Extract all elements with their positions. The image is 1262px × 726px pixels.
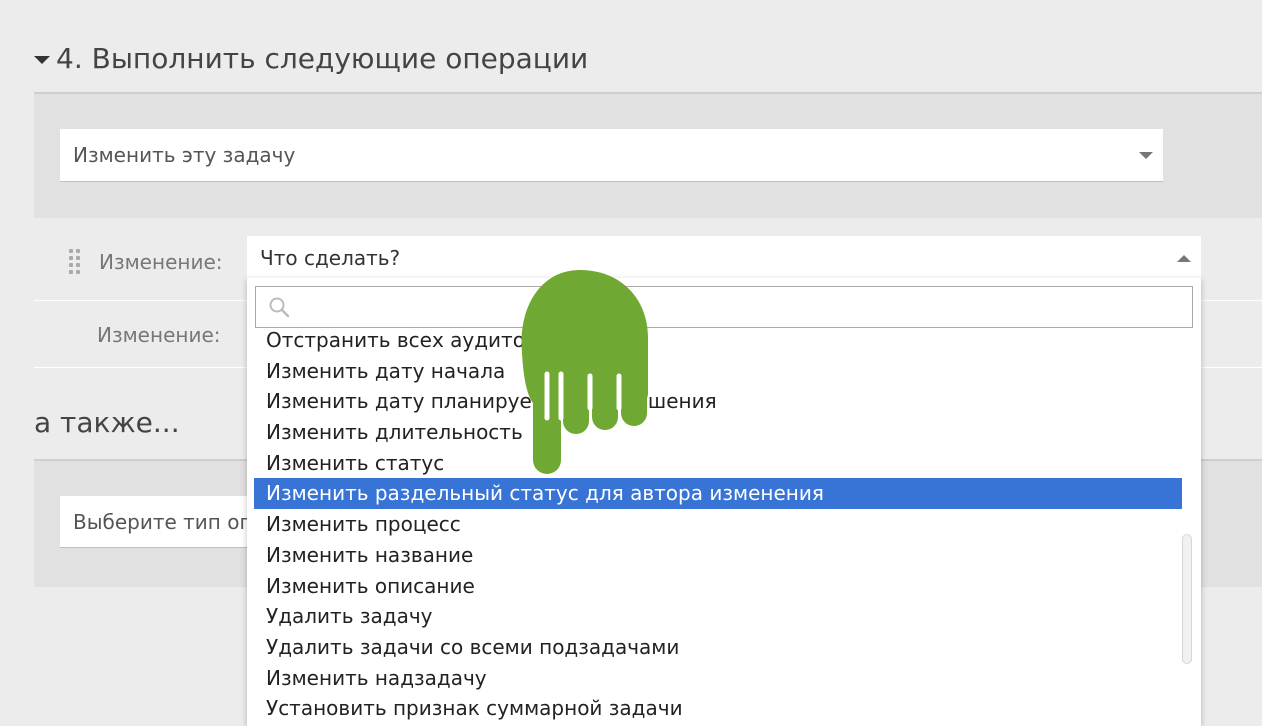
action-select[interactable]: Изменить эту задачу [60, 129, 1163, 182]
dropdown-option[interactable]: Изменить название [254, 540, 1182, 571]
dropdown-option[interactable]: Установить признак суммарной задачи [254, 693, 1182, 724]
pointing-hand-icon [521, 270, 648, 474]
dropdown-search-input[interactable] [255, 286, 1193, 328]
chevron-up-icon[interactable] [1177, 255, 1191, 262]
what-to-do-select[interactable]: Что сделать? [247, 236, 1201, 280]
section-header[interactable]: 4. Выполнить следующие операции [34, 38, 588, 78]
dropdown-option[interactable]: Изменить описание [254, 571, 1182, 602]
also-title: а также... [34, 406, 180, 439]
dropdown-scrollbar[interactable] [1182, 534, 1192, 664]
operation-type-select-value: Выберите тип оп [73, 509, 253, 534]
dropdown-option[interactable]: Изменить статус [254, 448, 1182, 479]
dropdown-option[interactable]: Изменить длительность [254, 417, 1182, 448]
dropdown-menu: Отстранить всех аудиторов Изменить дату н… [247, 278, 1201, 726]
dropdown-option[interactable]: Удалить задачи со всеми подзадачами [254, 632, 1182, 663]
dropdown-option[interactable]: Отстранить всех аудиторов [254, 325, 1182, 356]
dropdown-option[interactable]: Изменить дату планируемого завершения [254, 386, 1182, 417]
caret-down-icon[interactable] [34, 56, 50, 64]
drag-handle-icon[interactable] [67, 249, 81, 275]
search-icon [269, 297, 290, 318]
dropdown-option[interactable]: Удалить задачу [254, 601, 1182, 632]
change-label-1: Изменение: [99, 250, 223, 274]
dropdown-option[interactable]: Изменить дату начала [254, 356, 1182, 387]
dropdown-options: Отстранить всех аудиторов Изменить дату н… [254, 325, 1182, 724]
section-title: 4. Выполнить следующие операции [56, 41, 589, 75]
dropdown-option[interactable]: Изменить раздельный статус для автора из… [254, 478, 1182, 510]
what-to-do-select-value: Что сделать? [260, 246, 401, 270]
action-select-value: Изменить эту задачу [73, 143, 296, 167]
operation-type-select[interactable]: Выберите тип оп [60, 496, 260, 548]
chevron-down-icon[interactable] [1139, 152, 1153, 159]
change-label-2: Изменение: [97, 323, 221, 347]
dropdown-option[interactable]: Изменить надзадачу [254, 663, 1182, 694]
dropdown-option[interactable]: Изменить процесс [254, 509, 1182, 540]
